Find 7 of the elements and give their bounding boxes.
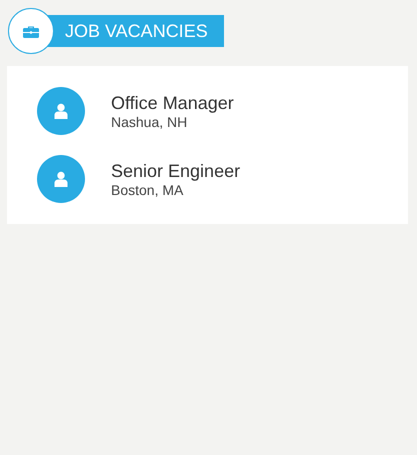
briefcase-icon <box>23 24 39 38</box>
job-title[interactable]: Office Manager <box>111 92 234 114</box>
job-location: Nashua, NH <box>111 114 188 130</box>
person-avatar-icon <box>37 87 85 135</box>
job-location: Boston, MA <box>111 182 184 198</box>
person-avatar-icon <box>37 155 85 203</box>
job-title[interactable]: Senior Engineer <box>111 160 240 182</box>
